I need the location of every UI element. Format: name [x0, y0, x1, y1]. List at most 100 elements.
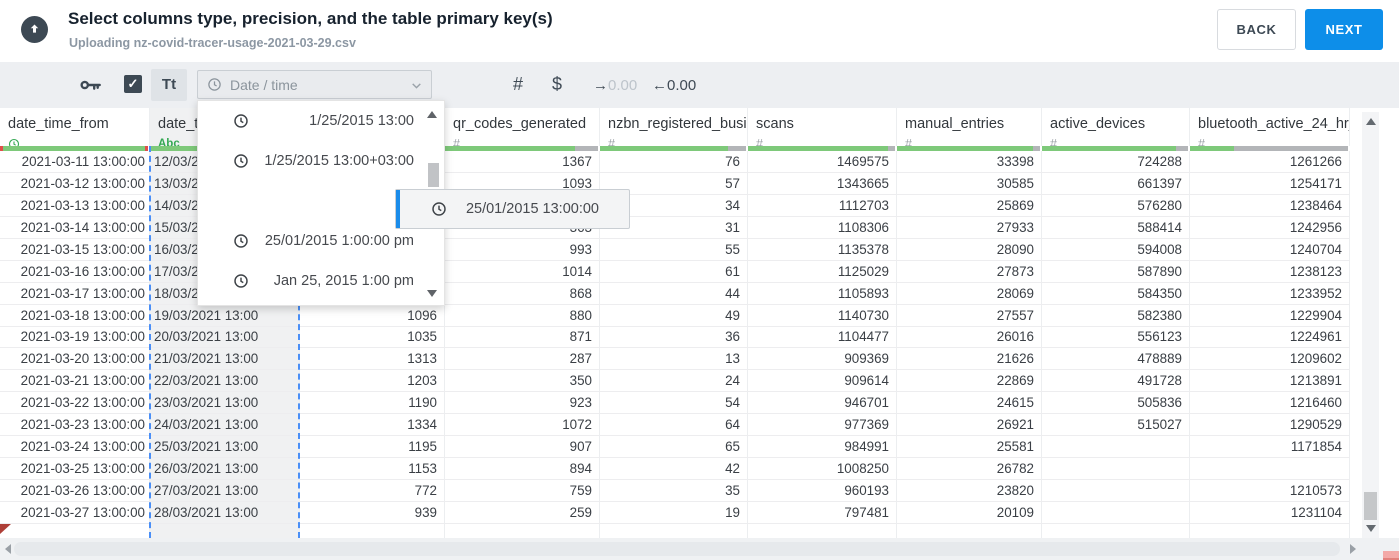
column-header-active_devices[interactable]: active_devices #: [1042, 108, 1190, 146]
column-header-qr_codes_generated[interactable]: qr_codes_generated #: [445, 108, 600, 146]
table-cell: 49: [600, 304, 748, 326]
upload-cloud-icon: [21, 16, 48, 43]
table-cell: 26921: [897, 414, 1042, 436]
table-cell: [1042, 523, 1190, 538]
table-cell: 984991: [748, 436, 897, 458]
table-cell: 19: [600, 502, 748, 523]
table-cell: 23820: [897, 480, 1042, 501]
number-type-button[interactable]: #: [513, 74, 523, 95]
number-type-hash-tag: #: [905, 136, 912, 147]
scroll-down-icon[interactable]: [1366, 525, 1376, 532]
clock-icon: [233, 113, 249, 129]
table-cell: 2021-03-18 13:00:00: [0, 304, 150, 326]
date-format-label: 25/01/2015 13:00:00: [465, 201, 599, 217]
dropdown-scroll-thumb[interactable]: [428, 163, 439, 187]
column-name: scans: [756, 116, 794, 132]
currency-type-button[interactable]: $: [552, 74, 562, 95]
table-cell: 2021-03-15 13:00:00: [0, 238, 150, 260]
table-cell: 55: [600, 238, 748, 260]
clock-icon: [233, 153, 249, 169]
column-name: qr_codes_generated: [453, 116, 587, 132]
table-cell: 1140730: [748, 304, 897, 326]
scroll-left-icon[interactable]: [5, 544, 11, 554]
table-cell: 1171854: [1190, 436, 1350, 458]
vertical-scrollbar[interactable]: [1362, 112, 1379, 538]
vertical-scroll-thumb[interactable]: [1364, 492, 1377, 520]
date-format-option-4[interactable]: Jan 25, 2015 1:00 pm: [198, 261, 444, 301]
table-cell: 1195: [300, 436, 445, 458]
number-type-hash-tag: #: [1050, 136, 1057, 147]
date-format-label: 25/01/2015 1:00:00 pm: [264, 233, 414, 249]
table-cell: [1042, 436, 1190, 458]
horizontal-scrollbar[interactable]: [0, 538, 1399, 560]
table-cell: 2021-03-16 13:00:00: [0, 260, 150, 282]
clock-icon: [207, 77, 222, 92]
back-button[interactable]: BACK: [1217, 9, 1296, 50]
table-row: 2021-03-25 13:00:00 26/03/2021 13:00 1153 8…: [0, 458, 1350, 481]
table-cell: 35: [600, 480, 748, 501]
table-cell: 65: [600, 436, 748, 458]
table-cell: 20109: [897, 502, 1042, 523]
header-bar: Select columns type, precision, and the …: [0, 0, 1399, 62]
table-cell: 797481: [748, 502, 897, 523]
table-cell: 24615: [897, 392, 1042, 414]
horizontal-scroll-thumb[interactable]: [14, 542, 1340, 556]
table-cell: 923: [445, 392, 600, 414]
table-cell: 515027: [1042, 414, 1190, 436]
column-header-manual_entries[interactable]: manual_entries #: [897, 108, 1042, 146]
date-format-option-3[interactable]: 25/01/2015 1:00:00 pm: [198, 221, 444, 261]
table-cell: 1216460: [1190, 392, 1350, 414]
table-cell: 1209602: [1190, 348, 1350, 370]
date-format-option-1[interactable]: 1/25/2015 13:00+03:00: [198, 141, 444, 181]
table-cell: 2021-03-12 13:00:00: [0, 172, 150, 194]
dropdown-scroll-up-icon[interactable]: [427, 111, 437, 118]
scroll-up-icon[interactable]: [1366, 118, 1376, 125]
table-cell: 491728: [1042, 370, 1190, 392]
column-name: bluetooth_active_24_hr_: [1198, 116, 1350, 132]
number-type-hash-tag: #: [1198, 136, 1205, 147]
table-row-partial: [0, 523, 1350, 538]
table-row: 2021-03-24 13:00:00 25/03/2021 13:00 1195 9…: [0, 436, 1350, 459]
scroll-right-icon[interactable]: [1350, 544, 1356, 554]
decrease-decimal-button[interactable]: ←0.00: [652, 77, 696, 94]
table-cell: 2021-03-23 13:00:00: [0, 414, 150, 436]
text-type-button[interactable]: Tt: [151, 69, 187, 101]
date-format-option-0[interactable]: 1/25/2015 13:00: [198, 101, 444, 141]
table-cell: 594008: [1042, 238, 1190, 260]
table-cell: 28069: [897, 282, 1042, 304]
table-cell: 350: [445, 370, 600, 392]
table-row: 2021-03-27 13:00:00 28/03/2021 13:00 939 25…: [0, 502, 1350, 524]
table-cell: 1343665: [748, 172, 897, 194]
type-format-select[interactable]: Date / time: [197, 70, 432, 99]
table-cell: 21626: [897, 348, 1042, 370]
table-cell: 909614: [748, 370, 897, 392]
table-cell: 1104477: [748, 326, 897, 348]
table-cell: 2021-03-21 13:00:00: [0, 370, 150, 392]
table-cell: 27557: [897, 304, 1042, 326]
table-cell: 22869: [897, 370, 1042, 392]
table-cell: 22/03/2021 13:00: [150, 370, 300, 392]
table-cell: [300, 523, 445, 538]
table-cell: 2021-03-17 13:00:00: [0, 282, 150, 304]
column-header-nzbn_registered_busine[interactable]: nzbn_registered_busine #: [600, 108, 748, 146]
table-cell: 582380: [1042, 304, 1190, 326]
primary-key-icon[interactable]: [80, 77, 102, 98]
table-cell: 1261266: [1190, 151, 1350, 172]
table-cell: 907: [445, 436, 600, 458]
next-button[interactable]: NEXT: [1305, 9, 1383, 50]
increase-decimal-button[interactable]: →0.00: [593, 77, 637, 94]
column-header-scans[interactable]: scans #: [748, 108, 897, 146]
number-type-hash-tag: #: [453, 136, 460, 147]
dropdown-scroll-down-icon[interactable]: [427, 290, 437, 297]
table-row: 2021-03-22 13:00:00 23/03/2021 13:00 1190 9…: [0, 392, 1350, 415]
table-cell: 76: [600, 151, 748, 172]
table-cell: 1210573: [1190, 480, 1350, 501]
boolean-type-checkbox-icon[interactable]: ✓: [124, 75, 142, 93]
table-cell: 24: [600, 370, 748, 392]
table-cell: 13: [600, 348, 748, 370]
date-format-label: 1/25/2015 13:00: [309, 113, 414, 129]
table-cell: 1254171: [1190, 172, 1350, 194]
table-cell: 23/03/2021 13:00: [150, 392, 300, 414]
column-header-bluetooth_active_24_hr_[interactable]: bluetooth_active_24_hr_ #: [1190, 108, 1350, 146]
column-header-date_time_from[interactable]: date_time_from: [0, 108, 150, 146]
